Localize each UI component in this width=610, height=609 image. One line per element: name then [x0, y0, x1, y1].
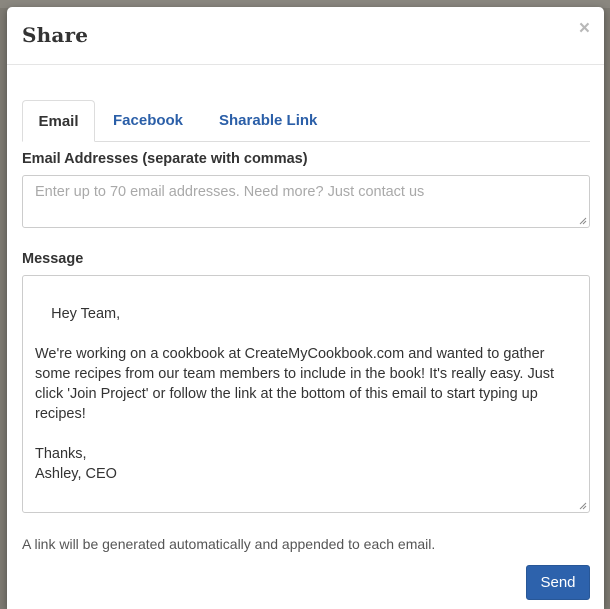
- resize-grip-icon[interactable]: [579, 502, 587, 510]
- share-dialog: Share × Email Facebook Sharable Link Ema…: [7, 7, 604, 609]
- close-icon: ×: [578, 18, 590, 39]
- dialog-header: Share ×: [7, 7, 604, 65]
- message-textarea[interactable]: Hey Team, We're working on a cookbook at…: [22, 275, 590, 513]
- share-tabs: Email Facebook Sharable Link: [22, 100, 590, 142]
- message-text: Hey Team, We're working on a cookbook at…: [35, 306, 555, 482]
- send-button[interactable]: Send: [526, 565, 590, 600]
- resize-grip-icon[interactable]: [579, 217, 587, 225]
- dialog-title: Share: [22, 23, 89, 47]
- email-addresses-placeholder: Enter up to 70 email addresses. Need mor…: [35, 184, 425, 200]
- message-label: Message: [22, 251, 84, 267]
- tab-email[interactable]: Email: [22, 100, 95, 142]
- link-generation-note: A link will be generated automatically a…: [22, 536, 436, 552]
- email-addresses-input[interactable]: Enter up to 70 email addresses. Need mor…: [22, 175, 590, 228]
- tab-facebook[interactable]: Facebook: [113, 100, 183, 141]
- tab-sharable-link[interactable]: Sharable Link: [219, 100, 317, 141]
- email-addresses-label: Email Addresses (separate with commas): [22, 151, 308, 167]
- close-button[interactable]: ×: [579, 19, 590, 39]
